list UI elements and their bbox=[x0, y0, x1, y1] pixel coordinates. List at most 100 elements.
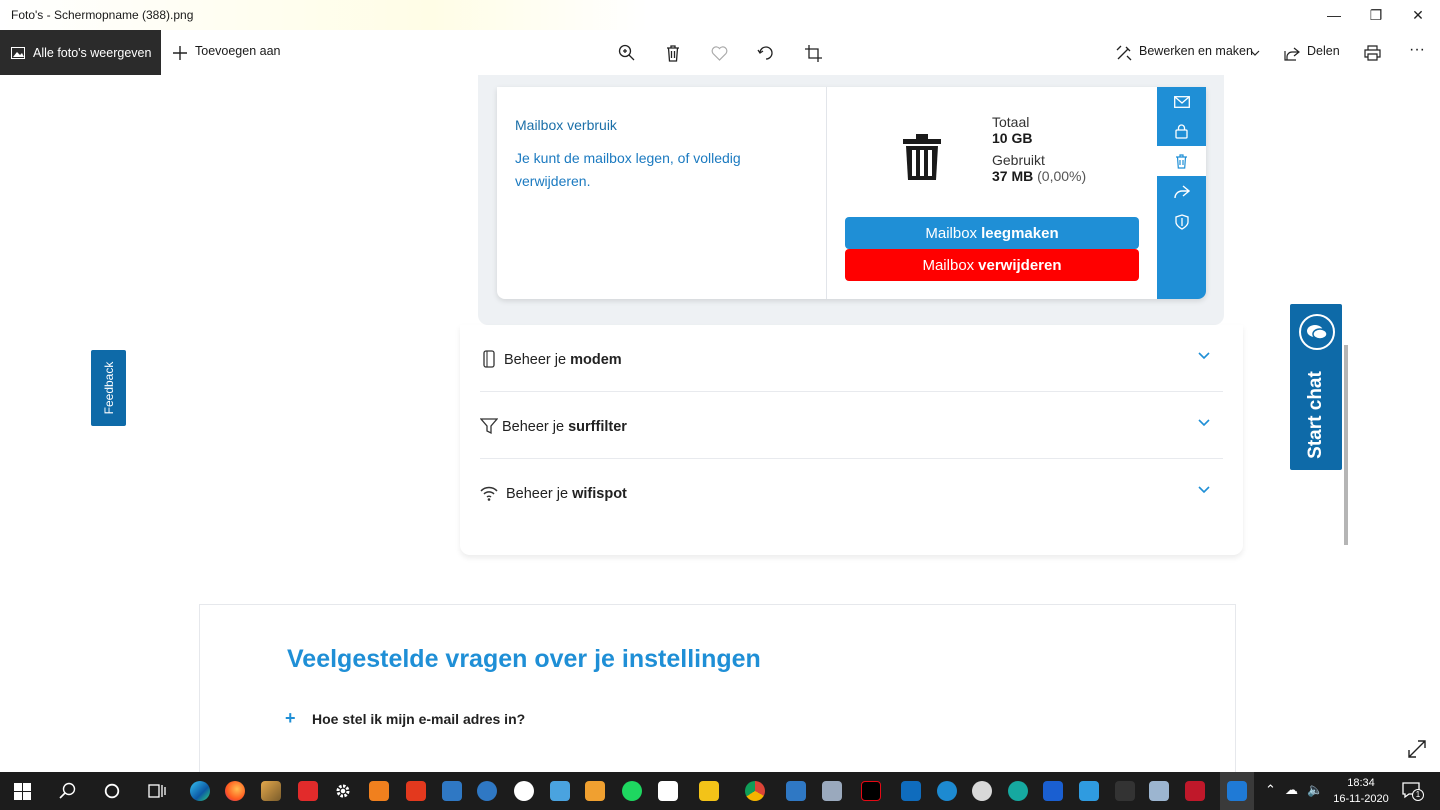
trash-large-icon bbox=[903, 134, 941, 180]
e-app-icon[interactable] bbox=[1005, 778, 1031, 804]
trash-icon[interactable] bbox=[1157, 146, 1206, 176]
tray-expand-icon[interactable]: ⌃ bbox=[1265, 782, 1276, 798]
used-label: Gebruikt bbox=[992, 152, 1045, 168]
empty-mailbox-button[interactable]: Mailbox leegmaken bbox=[845, 217, 1139, 249]
accordion-item-surffilter[interactable]: Beheer je surffilter bbox=[480, 392, 1223, 459]
dots-app-icon[interactable] bbox=[1112, 778, 1138, 804]
used-percent: (0,00%) bbox=[1037, 168, 1087, 184]
total-value: 10 GB bbox=[992, 130, 1033, 146]
title-bar: Foto's - Schermopname (388).png — ❐ ✕ bbox=[0, 0, 1440, 30]
firefox-icon[interactable] bbox=[222, 778, 248, 804]
feather-app-icon[interactable] bbox=[819, 778, 845, 804]
notification-count: 1 bbox=[1412, 789, 1424, 801]
taskbar: ⌃ ☁ 🔈 18:34 16-11-2020 1 bbox=[0, 772, 1440, 810]
feedback-tab[interactable]: Feedback bbox=[91, 350, 126, 426]
photo-app-icon[interactable] bbox=[258, 778, 284, 804]
whatsapp-icon[interactable] bbox=[511, 778, 537, 804]
all-photos-button[interactable]: Alle foto's weergeven bbox=[0, 30, 161, 75]
teamviewer-icon[interactable] bbox=[934, 778, 960, 804]
image-viewer: Mailbox verbruik Je kunt de mailbox lege… bbox=[0, 75, 1440, 772]
accordion-item-modem[interactable]: Beheer je modem bbox=[480, 325, 1223, 392]
accordion-label: Beheer je wifispot bbox=[506, 486, 627, 502]
cortana-icon[interactable] bbox=[99, 778, 125, 804]
file-explorer-icon[interactable] bbox=[696, 778, 722, 804]
accordion-item-wifispot[interactable]: Beheer je wifispot bbox=[480, 459, 1223, 526]
scrollbar[interactable] bbox=[1343, 75, 1349, 735]
chevron-down-icon[interactable] bbox=[1248, 42, 1262, 64]
edit-icon[interactable] bbox=[1113, 42, 1135, 64]
manage-accordion: Beheer je modem Beheer je surffilter Beh… bbox=[460, 325, 1243, 555]
chevron-down-icon[interactable] bbox=[1197, 416, 1211, 430]
search-icon[interactable] bbox=[55, 778, 81, 804]
lock-icon[interactable] bbox=[1157, 116, 1206, 146]
fullscreen-icon[interactable] bbox=[1406, 738, 1428, 760]
pc-app-icon[interactable] bbox=[439, 778, 465, 804]
clock-date: 16-11-2020 bbox=[1333, 793, 1389, 805]
plus-icon[interactable] bbox=[169, 42, 191, 64]
share-button[interactable]: Delen bbox=[1307, 44, 1340, 58]
rotate-icon[interactable] bbox=[755, 42, 777, 64]
zoom-icon[interactable] bbox=[616, 42, 638, 64]
maximize-button[interactable]: ❐ bbox=[1353, 0, 1399, 30]
start-chat-label: Start chat bbox=[1305, 371, 1326, 459]
start-chat-button[interactable]: Start chat bbox=[1290, 304, 1342, 470]
notification-icon[interactable]: 1 bbox=[1402, 781, 1424, 801]
netflix-icon[interactable] bbox=[858, 778, 884, 804]
flag-app-icon[interactable] bbox=[1182, 778, 1208, 804]
image-icon bbox=[11, 46, 25, 59]
modem-icon bbox=[483, 350, 495, 368]
faq-section: Veelgestelde vragen over je instellingen… bbox=[199, 604, 1236, 772]
photos-app-icon[interactable] bbox=[1220, 772, 1254, 810]
game-app-icon[interactable] bbox=[969, 778, 995, 804]
download-app-icon[interactable] bbox=[295, 778, 321, 804]
satellite-app-icon[interactable] bbox=[1146, 778, 1172, 804]
accordion-label: Beheer je modem bbox=[504, 352, 622, 368]
store-icon[interactable] bbox=[655, 778, 681, 804]
start-icon[interactable] bbox=[9, 778, 35, 804]
downloader-icon[interactable] bbox=[1076, 778, 1102, 804]
minimize-button[interactable]: — bbox=[1311, 0, 1357, 30]
delete-mailbox-button[interactable]: Mailbox verwijderen bbox=[845, 249, 1139, 281]
volume-icon[interactable]: 🔈 bbox=[1307, 782, 1323, 798]
plus-icon[interactable]: + bbox=[285, 708, 296, 729]
print-icon[interactable] bbox=[1361, 42, 1383, 64]
forward-icon[interactable] bbox=[1157, 177, 1206, 207]
clock[interactable]: 18:34 16-11-2020 bbox=[1330, 775, 1392, 807]
chevron-down-icon[interactable] bbox=[1197, 483, 1211, 497]
office-app-icon[interactable] bbox=[403, 778, 429, 804]
all-photos-label: Alle foto's weergeven bbox=[33, 45, 152, 60]
faq-title: Veelgestelde vragen over je instellingen bbox=[287, 645, 761, 673]
heart-icon[interactable] bbox=[708, 42, 730, 64]
mailbox-usage-title: Mailbox verbruik bbox=[515, 117, 617, 133]
delete-button-bold: verwijderen bbox=[978, 256, 1062, 274]
task-view-icon[interactable] bbox=[144, 778, 170, 804]
malwarebytes-icon[interactable] bbox=[1040, 778, 1066, 804]
close-button[interactable]: ✕ bbox=[1395, 0, 1440, 30]
mail-icon[interactable] bbox=[1157, 87, 1206, 117]
spotify-icon[interactable] bbox=[619, 778, 645, 804]
scrollbar-thumb[interactable] bbox=[1344, 345, 1348, 545]
crop-icon[interactable] bbox=[802, 42, 824, 64]
media-app-icon[interactable] bbox=[582, 778, 608, 804]
faq-question[interactable]: Hoe stel ik mijn e-mail adres in? bbox=[312, 711, 525, 727]
edit-create-button[interactable]: Bewerken en maken bbox=[1139, 44, 1253, 58]
more-button[interactable]: ··· bbox=[1409, 41, 1425, 59]
cloud-app-icon[interactable] bbox=[474, 778, 500, 804]
settings-icon[interactable] bbox=[330, 778, 356, 804]
mail-app-icon[interactable] bbox=[783, 778, 809, 804]
add-to-button[interactable]: Toevoegen aan bbox=[195, 44, 281, 58]
onedrive-icon[interactable]: ☁ bbox=[1285, 782, 1298, 798]
share-icon[interactable] bbox=[1281, 42, 1303, 64]
d-app-icon[interactable] bbox=[366, 778, 392, 804]
id-app-icon[interactable] bbox=[547, 778, 573, 804]
card-divider bbox=[826, 87, 827, 299]
edge-icon[interactable] bbox=[187, 778, 213, 804]
outlook-icon[interactable] bbox=[898, 778, 924, 804]
delete-icon[interactable] bbox=[662, 42, 684, 64]
chevron-down-icon[interactable] bbox=[1197, 349, 1211, 363]
mailbox-card: Mailbox verbruik Je kunt de mailbox lege… bbox=[497, 87, 1206, 299]
mailbox-description: Je kunt de mailbox legen, of volledig ve… bbox=[515, 150, 741, 189]
clock-time: 18:34 bbox=[1347, 777, 1375, 789]
shield-icon[interactable] bbox=[1157, 207, 1206, 237]
chrome-icon[interactable] bbox=[742, 778, 768, 804]
